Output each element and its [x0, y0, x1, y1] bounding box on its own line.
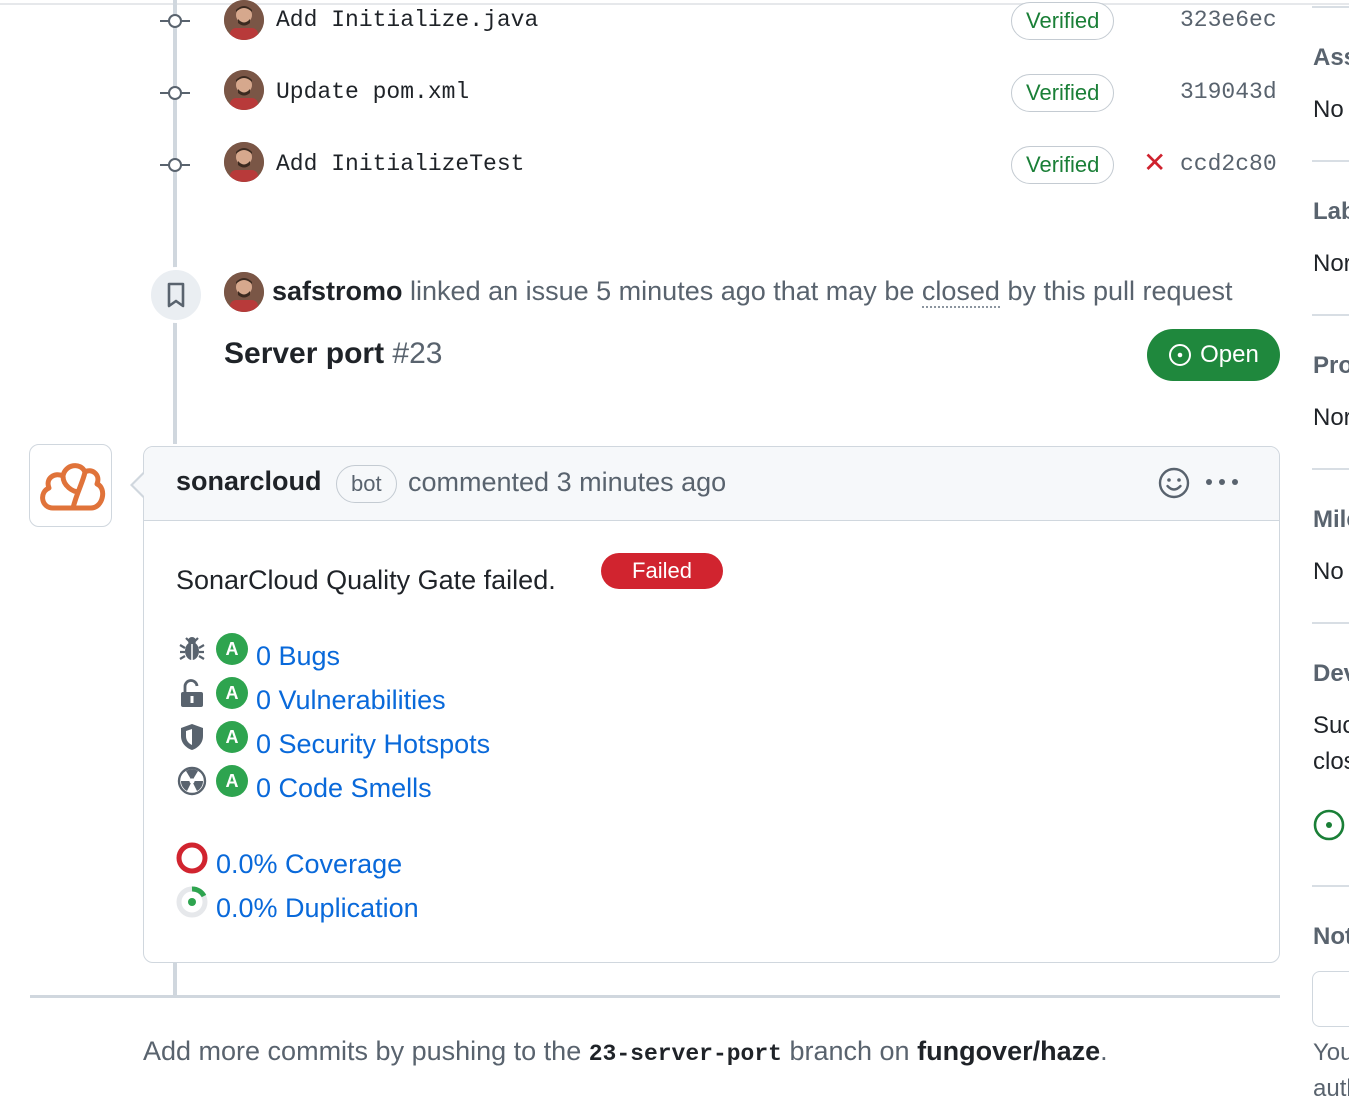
- event-user-link[interactable]: safstromo: [272, 276, 403, 306]
- quality-gate-text: SonarCloud Quality Gate failed.: [176, 565, 556, 595]
- commit-message[interactable]: Add InitializeTest: [276, 151, 524, 177]
- sidebar-divider: [1312, 468, 1349, 470]
- avatar[interactable]: [224, 272, 264, 312]
- timeline-end-divider: [30, 995, 1280, 998]
- issue-title[interactable]: Server port: [224, 337, 384, 370]
- rating-a-badge: A: [216, 677, 248, 709]
- timeline-line: [173, 0, 177, 270]
- repo-link[interactable]: fungover/haze: [917, 1036, 1100, 1066]
- sidebar-value-labels: Nor: [1313, 250, 1349, 277]
- sidebar-value-milestone: No: [1313, 558, 1344, 585]
- kebab-menu-icon[interactable]: [1203, 472, 1243, 492]
- footer-prefix: Add more commits by pushing to the: [143, 1036, 582, 1066]
- commit-sha[interactable]: 319043d: [1180, 79, 1277, 105]
- issue-state-label: Open: [1200, 341, 1259, 368]
- verified-badge[interactable]: Verified: [1011, 146, 1115, 184]
- sidebar-divider: [1312, 6, 1349, 8]
- notifications-button[interactable]: [1312, 971, 1349, 1027]
- sidebar-value-notifications-2: autl: [1313, 1075, 1349, 1098]
- timeline-line: [173, 322, 177, 444]
- verified-badge[interactable]: Verified: [1011, 74, 1115, 112]
- sidebar-divider: [1312, 622, 1349, 624]
- commit-sha[interactable]: 323e6ec: [1180, 7, 1277, 33]
- commit-node-icon: [160, 11, 190, 31]
- metric-bugs-link[interactable]: 0 Bugs: [256, 641, 340, 672]
- sidebar-divider: [1312, 160, 1349, 162]
- rating-a-badge: A: [216, 721, 248, 753]
- sidebar-value-assignees: No: [1313, 96, 1344, 123]
- sidebar-value-projects: Nor: [1313, 404, 1349, 431]
- sidebar-heading-projects[interactable]: Pro: [1313, 352, 1349, 380]
- issue-open-icon: [1169, 344, 1192, 366]
- comment-caret-fill: [133, 473, 145, 497]
- quality-gate-failed-badge[interactable]: Failed: [601, 553, 723, 589]
- sidebar-divider: [1312, 314, 1349, 316]
- branch-name[interactable]: 23-server-port: [589, 1041, 782, 1067]
- sonarcloud-avatar[interactable]: [29, 444, 112, 527]
- sidebar-heading-assignees[interactable]: Ass: [1313, 44, 1349, 72]
- commit-sha[interactable]: ccd2c80: [1180, 151, 1277, 177]
- top-divider: [0, 3, 1349, 5]
- event-description-end: by this pull request: [1007, 276, 1233, 306]
- comment-timestamp[interactable]: commented 3 minutes ago: [408, 467, 726, 498]
- unlock-icon: [178, 678, 206, 708]
- coverage-link[interactable]: 0.0% Coverage: [216, 849, 402, 880]
- sidebar-heading-development[interactable]: Dev: [1313, 660, 1349, 688]
- check-failed-icon[interactable]: ✕: [1143, 149, 1166, 177]
- metric-code-smells-link[interactable]: 0 Code Smells: [256, 773, 432, 804]
- duplication-ring-icon: [175, 885, 209, 919]
- closed-link[interactable]: closed: [921, 276, 1000, 308]
- metric-vulnerabilities-link[interactable]: 0 Vulnerabilities: [256, 685, 446, 716]
- avatar[interactable]: [224, 70, 264, 110]
- commit-node-icon: [160, 83, 190, 103]
- commit-message[interactable]: Update pom.xml: [276, 79, 469, 105]
- rating-a-badge: A: [216, 765, 248, 797]
- sidebar-value-notifications: You: [1313, 1039, 1349, 1066]
- timeline-line: [173, 962, 177, 996]
- metric-security-hotspots-link[interactable]: 0 Security Hotspots: [256, 729, 490, 760]
- commit-node-icon: [160, 155, 190, 175]
- bug-icon: [177, 634, 207, 664]
- sidebar-heading-milestone[interactable]: Mile: [1313, 506, 1349, 534]
- sidebar-heading-notifications[interactable]: Not: [1313, 923, 1349, 951]
- comment-author[interactable]: sonarcloud: [176, 466, 322, 497]
- linked-issue-title[interactable]: Server port #23: [224, 337, 442, 371]
- radiation-icon: [177, 766, 207, 796]
- issue-number[interactable]: #23: [392, 337, 442, 370]
- sidebar-heading-labels[interactable]: Lab: [1313, 198, 1349, 226]
- bookmark-icon: [148, 267, 204, 323]
- sidebar-value-development: Suc: [1313, 712, 1349, 739]
- rating-a-badge: A: [216, 633, 248, 665]
- footer-middle: branch on: [789, 1036, 910, 1066]
- issue-open-state-badge[interactable]: Open: [1147, 329, 1280, 381]
- link-event-text: safstromo linked an issue 5 minutes ago …: [272, 276, 1233, 308]
- commit-message[interactable]: Add Initialize.java: [276, 7, 538, 33]
- event-description: linked an issue 5 minutes ago that may b…: [410, 276, 915, 306]
- sonarcloud-logo-icon: [39, 462, 105, 510]
- duplication-link[interactable]: 0.0% Duplication: [216, 893, 419, 924]
- smiley-icon[interactable]: [1157, 466, 1191, 500]
- coverage-ring-icon: [175, 841, 209, 875]
- shield-icon: [178, 722, 206, 752]
- verified-badge[interactable]: Verified: [1011, 2, 1115, 40]
- avatar[interactable]: [224, 0, 264, 40]
- sidebar-divider: [1312, 885, 1349, 887]
- footer-hint: Add more commits by pushing to the 23-se…: [143, 1036, 1108, 1067]
- footer-suffix: .: [1100, 1036, 1108, 1066]
- sidebar-value-development-2: clos: [1313, 748, 1349, 775]
- avatar[interactable]: [224, 142, 264, 182]
- issue-open-icon[interactable]: [1312, 808, 1346, 842]
- bot-badge: bot: [336, 465, 397, 503]
